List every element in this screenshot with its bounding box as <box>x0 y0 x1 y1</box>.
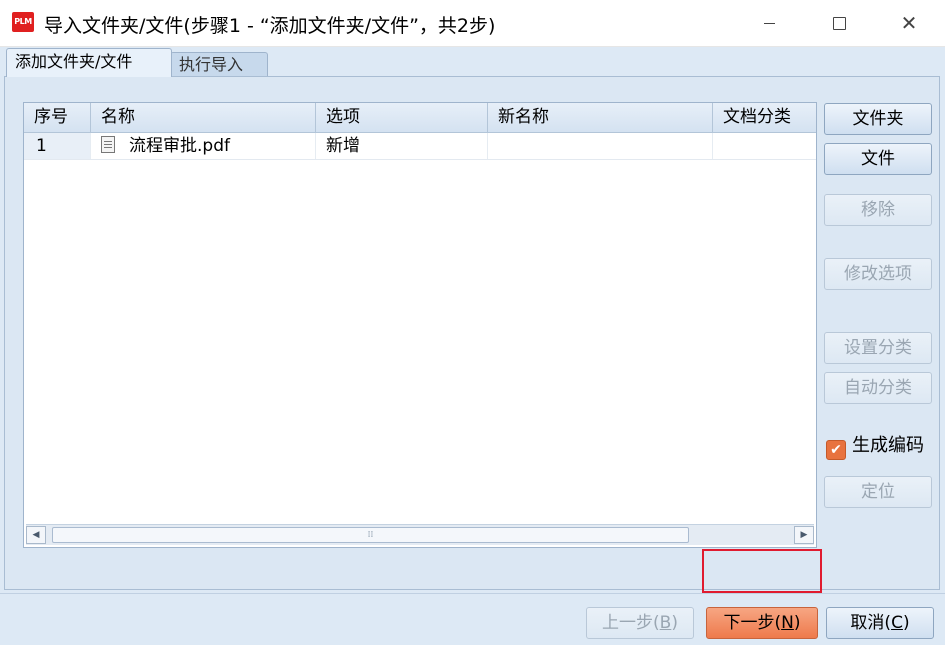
next-step-accel: N <box>781 613 794 633</box>
next-step-highlight <box>702 549 822 593</box>
cell-option: 新增 <box>316 133 488 159</box>
document-icon <box>101 136 115 153</box>
column-header-seq[interactable]: 序号 <box>24 103 91 132</box>
tab-panel: 序号 名称 选项 新名称 文档分类 1 流程审批.pdf 新增 ◀ ⁞⁞ ▶ <box>4 76 940 590</box>
file-table: 序号 名称 选项 新名称 文档分类 1 流程审批.pdf 新增 ◀ ⁞⁞ ▶ <box>23 102 817 548</box>
column-header-name[interactable]: 名称 <box>91 103 316 132</box>
scroll-left-icon[interactable]: ◀ <box>26 526 46 544</box>
horizontal-scrollbar[interactable]: ◀ ⁞⁞ ▶ <box>26 524 814 545</box>
file-name: 流程审批.pdf <box>129 136 230 156</box>
tab-execute-import[interactable]: 执行导入 <box>170 52 268 77</box>
add-folder-button[interactable]: 文件夹 <box>824 103 932 135</box>
checkbox-check-icon[interactable]: ✔ <box>826 440 846 460</box>
prev-step-accel: B <box>659 613 672 633</box>
column-header-new-name[interactable]: 新名称 <box>488 103 713 132</box>
add-file-button[interactable]: 文件 <box>824 143 932 175</box>
modify-option-button[interactable]: 修改选项 <box>824 258 932 290</box>
cell-category[interactable] <box>713 133 816 159</box>
tab-add-folder-file[interactable]: 添加文件夹/文件 <box>6 48 172 77</box>
table-header: 序号 名称 选项 新名称 文档分类 <box>24 103 816 133</box>
title-bar: PLM 导入文件夹/文件(步骤1 - “添加文件夹/文件”，共2步) ✕ <box>0 0 945 47</box>
next-step-paren: ) <box>793 613 801 633</box>
generate-code-checkbox[interactable]: ✔ 生成编码 <box>826 435 924 460</box>
prev-step-label: 上一步( <box>602 613 660 633</box>
window-title: 导入文件夹/文件(步骤1 - “添加文件夹/文件”，共2步) <box>44 15 496 37</box>
maximize-button[interactable] <box>804 0 874 46</box>
table-row[interactable]: 1 流程审批.pdf 新增 <box>24 133 816 160</box>
prev-step-paren: ) <box>671 613 678 633</box>
cancel-paren: ) <box>902 613 910 633</box>
next-step-button[interactable]: 下一步(N) <box>706 607 818 639</box>
locate-button[interactable]: 定位 <box>824 476 932 508</box>
cell-new-name[interactable] <box>488 133 713 159</box>
set-category-button[interactable]: 设置分类 <box>824 332 932 364</box>
column-header-option[interactable]: 选项 <box>316 103 488 132</box>
generate-code-label: 生成编码 <box>852 435 924 456</box>
close-button[interactable]: ✕ <box>874 0 944 46</box>
next-step-label: 下一步( <box>723 613 782 633</box>
cell-name: 流程审批.pdf <box>91 133 316 159</box>
column-header-category[interactable]: 文档分类 <box>713 103 816 132</box>
minimize-button[interactable] <box>734 0 804 46</box>
prev-step-button[interactable]: 上一步(B) <box>586 607 694 639</box>
app-logo-icon: PLM <box>12 12 34 32</box>
cancel-accel: C <box>891 613 903 633</box>
remove-button[interactable]: 移除 <box>824 194 932 226</box>
cancel-button[interactable]: 取消(C) <box>826 607 934 639</box>
auto-category-button[interactable]: 自动分类 <box>824 372 932 404</box>
scroll-right-icon[interactable]: ▶ <box>794 526 814 544</box>
scroll-thumb[interactable]: ⁞⁞ <box>52 527 689 543</box>
cell-seq: 1 <box>24 133 91 159</box>
cancel-label: 取消( <box>850 613 892 633</box>
close-icon: ✕ <box>900 11 918 35</box>
